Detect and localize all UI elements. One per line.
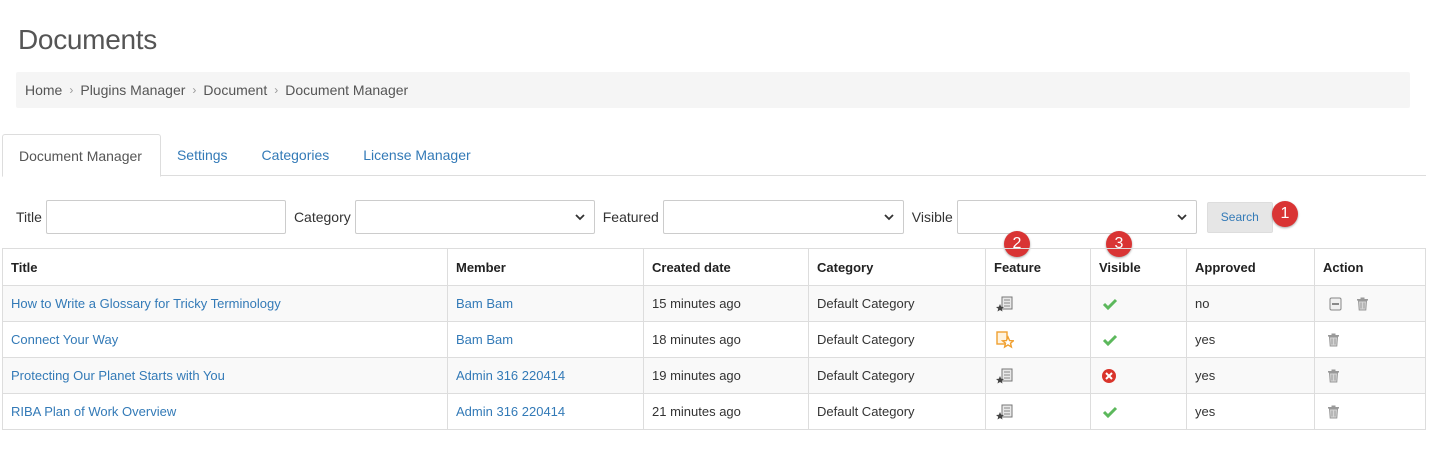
document-title-link[interactable]: Connect Your Way bbox=[11, 332, 118, 347]
created-date-cell: 19 minutes ago bbox=[643, 357, 809, 394]
check-icon[interactable] bbox=[1102, 297, 1118, 311]
column-header-category[interactable]: Category bbox=[808, 248, 986, 286]
chevron-down-icon bbox=[1177, 214, 1187, 221]
breadcrumb-home[interactable]: Home bbox=[25, 82, 62, 98]
category-cell: Default Category bbox=[808, 393, 986, 430]
table-row: RIBA Plan of Work Overview Admin 316 220… bbox=[2, 393, 1426, 430]
breadcrumb: Home › Plugins Manager › Document › Docu… bbox=[16, 72, 1410, 108]
breadcrumb-plugins-manager[interactable]: Plugins Manager bbox=[80, 82, 185, 98]
member-link[interactable]: Admin 316 220414 bbox=[456, 404, 565, 419]
breadcrumb-document[interactable]: Document bbox=[203, 82, 267, 98]
not-featured-icon[interactable] bbox=[996, 296, 1014, 312]
document-title-link[interactable]: Protecting Our Planet Starts with You bbox=[11, 368, 225, 383]
trash-icon[interactable] bbox=[1327, 369, 1340, 383]
check-icon[interactable] bbox=[1102, 405, 1118, 419]
created-date-cell: 21 minutes ago bbox=[643, 393, 809, 430]
breadcrumb-separator-icon: › bbox=[69, 83, 74, 97]
document-title-link[interactable]: RIBA Plan of Work Overview bbox=[11, 404, 176, 419]
column-header-title[interactable]: Title bbox=[2, 248, 448, 286]
chevron-down-icon bbox=[575, 214, 585, 221]
approved-cell: yes bbox=[1186, 321, 1315, 358]
filter-bar: Title Category Featured Visible Search bbox=[16, 200, 1273, 234]
cross-icon[interactable] bbox=[1101, 368, 1117, 384]
member-link[interactable]: Bam Bam bbox=[456, 332, 513, 347]
category-cell: Default Category bbox=[808, 285, 986, 322]
page-title: Documents bbox=[18, 24, 157, 55]
not-featured-icon[interactable] bbox=[996, 404, 1014, 420]
approved-cell: yes bbox=[1186, 393, 1315, 430]
not-featured-icon[interactable] bbox=[996, 368, 1014, 384]
column-header-created-date[interactable]: Created date bbox=[643, 248, 809, 286]
tab-license-manager[interactable]: License Manager bbox=[347, 134, 488, 176]
column-header-member[interactable]: Member bbox=[447, 248, 644, 286]
table-row: Connect Your Way Bam Bam 18 minutes ago … bbox=[2, 321, 1426, 358]
column-header-visible[interactable]: Visible bbox=[1090, 248, 1187, 286]
category-filter-label: Category bbox=[293, 209, 351, 225]
category-cell: Default Category bbox=[808, 357, 986, 394]
featured-filter-label: Featured bbox=[602, 209, 659, 225]
table-row: How to Write a Glossary for Tricky Termi… bbox=[2, 285, 1426, 322]
document-title-link[interactable]: How to Write a Glossary for Tricky Termi… bbox=[11, 296, 281, 311]
created-date-cell: 15 minutes ago bbox=[643, 285, 809, 322]
category-cell: Default Category bbox=[808, 321, 986, 358]
trash-icon[interactable] bbox=[1327, 333, 1340, 347]
visible-filter-select[interactable] bbox=[956, 200, 1197, 234]
created-date-cell: 18 minutes ago bbox=[643, 321, 809, 358]
column-header-approved[interactable]: Approved bbox=[1186, 248, 1315, 286]
search-button[interactable]: Search bbox=[1206, 201, 1273, 233]
title-filter-label: Title bbox=[16, 209, 42, 225]
tab-categories[interactable]: Categories bbox=[246, 134, 348, 176]
title-filter-input[interactable] bbox=[45, 200, 286, 234]
annotation-badge-1: 1 bbox=[1272, 201, 1298, 227]
featured-star-icon[interactable] bbox=[996, 330, 1014, 349]
featured-filter-select[interactable] bbox=[662, 200, 904, 234]
check-icon[interactable] bbox=[1102, 333, 1118, 347]
trash-icon[interactable] bbox=[1356, 297, 1369, 311]
approved-cell: no bbox=[1186, 285, 1315, 322]
member-link[interactable]: Bam Bam bbox=[456, 296, 513, 311]
breadcrumb-separator-icon: › bbox=[274, 83, 279, 97]
approve-icon[interactable] bbox=[1329, 297, 1342, 311]
visible-filter-label: Visible bbox=[911, 209, 953, 225]
tab-settings[interactable]: Settings bbox=[161, 134, 246, 176]
documents-table: Title Member Created date Category Featu… bbox=[2, 248, 1426, 430]
column-header-action: Action bbox=[1314, 248, 1426, 286]
member-link[interactable]: Admin 316 220414 bbox=[456, 368, 565, 383]
approved-cell: yes bbox=[1186, 357, 1315, 394]
chevron-down-icon bbox=[884, 214, 894, 221]
breadcrumb-document-manager: Document Manager bbox=[285, 82, 409, 98]
trash-icon[interactable] bbox=[1327, 405, 1340, 419]
table-row: Protecting Our Planet Starts with You Ad… bbox=[2, 357, 1426, 394]
category-filter-select[interactable] bbox=[354, 200, 595, 234]
breadcrumb-separator-icon: › bbox=[192, 83, 197, 97]
tab-document-manager[interactable]: Document Manager bbox=[2, 134, 161, 177]
tab-bar: Document Manager Settings Categories Lic… bbox=[2, 134, 1426, 177]
table-header-row: Title Member Created date Category Featu… bbox=[2, 248, 1426, 286]
column-header-feature[interactable]: Feature bbox=[985, 248, 1091, 286]
